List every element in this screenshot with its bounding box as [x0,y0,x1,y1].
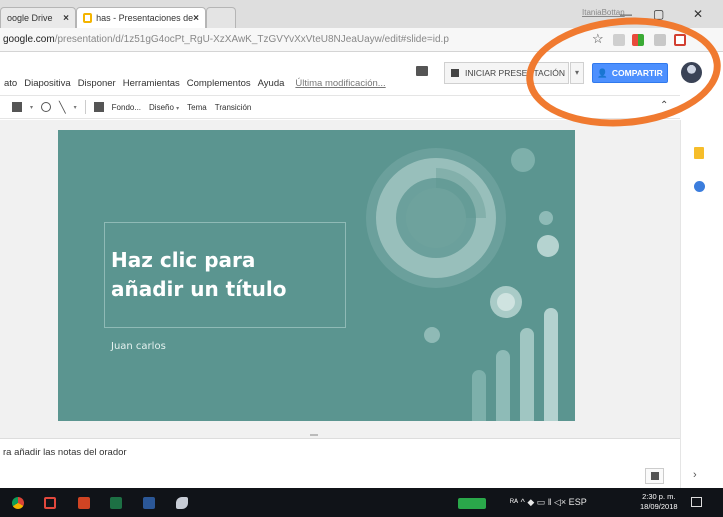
notes-resize-handle[interactable] [310,434,318,436]
screen: oogle Drive × has - Presentaciones de × … [0,0,723,517]
toolbar-diseno[interactable]: Diseño ▾ [149,103,179,112]
share-button[interactable]: 👤 COMPARTIR [592,63,668,83]
present-label: INICIAR PRESENTACIÓN [465,68,565,78]
decor-circle-inner [406,188,466,248]
notes-placeholder[interactable]: ra añadir las notas del orador [3,447,127,458]
notifications-icon[interactable] [691,497,702,507]
maximize-button[interactable]: ▢ [653,7,664,21]
battery-icon[interactable] [458,498,486,509]
present-button[interactable]: INICIAR PRESENTACIÓN [444,62,569,84]
slides-favicon-icon [83,13,93,23]
menu-item-disponer[interactable]: Disponer [78,78,116,89]
slide-title[interactable]: Haz clic para añadir un título [111,246,341,304]
toolbar-transicion[interactable]: Transición [215,103,252,112]
slide-subtitle[interactable]: Juan carlos [111,341,166,352]
window-user-name[interactable]: ItaniaBottan [582,8,625,17]
chevron-down-icon[interactable]: ▾ [74,104,77,111]
app-taskbar-icon[interactable] [176,497,188,509]
speaker-notes[interactable]: ra añadir las notas del orador [0,438,680,488]
tab-presentaciones[interactable]: has - Presentaciones de × [76,7,206,28]
add-slide-icon[interactable] [645,468,664,484]
expand-panel-icon[interactable]: › [693,469,697,481]
chrome-taskbar-icon[interactable] [12,497,24,509]
slide-title-line-2: añadir un título [111,277,287,301]
bookmark-star-icon[interactable]: ☆ [592,31,604,47]
tab-google-drive[interactable]: oogle Drive × [0,7,76,28]
editor-toolbar: ▾ ╲ ▾ Fondo... Diseño ▾ Tema Transición [0,95,680,119]
comments-icon[interactable] [416,66,428,76]
decor-dot-5 [497,293,515,311]
decor-bar-1 [472,370,486,421]
address-bar[interactable]: google.com/presentation/d/1z51gG4ocPt_Rg… [0,28,723,52]
slide-canvas[interactable]: Haz clic para añadir un título Juan carl… [0,120,680,438]
decor-dot-1 [511,148,535,172]
side-panel: › [680,120,723,488]
chevron-down-icon: ▾ [176,105,180,112]
present-play-icon [451,69,459,77]
toolbar-fondo[interactable]: Fondo... [112,103,141,112]
tab-close-icon[interactable]: × [63,13,69,24]
menu-item-diapositiva[interactable]: Diapositiva [24,78,70,89]
tab-label: oogle Drive [7,13,53,23]
collapse-toolbar-icon[interactable]: ⌃ [660,100,668,111]
present-dropdown-button[interactable]: ▾ [570,62,584,84]
minimize-button[interactable]: — [620,7,632,21]
image-icon[interactable] [12,102,22,112]
shape-icon[interactable] [41,102,52,112]
toolbar-divider [84,100,86,114]
decor-dot-2 [539,211,553,225]
taskbar-clock[interactable]: 2:30 p. m. 18/09/2018 [640,492,678,512]
mail-taskbar-icon[interactable] [44,497,56,509]
tasks-icon[interactable] [694,181,705,192]
excel-taskbar-icon[interactable] [110,497,122,509]
tab-label: has - Presentaciones de [96,13,194,23]
share-label: COMPARTIR [611,68,663,78]
slide-title-line-1: Haz clic para [111,248,256,272]
close-window-button[interactable]: ✕ [693,7,703,21]
decor-dot-6 [424,327,440,343]
powerpoint-taskbar-icon[interactable] [78,497,90,509]
url-host: google.com [3,34,55,45]
word-taskbar-icon[interactable] [143,497,155,509]
decor-dot-3 [537,235,559,257]
extension-icon-1[interactable] [613,34,625,46]
extension-icon-3[interactable] [654,34,666,46]
clock-time: 2:30 p. m. [642,492,676,501]
menu-item-herramientas[interactable]: Herramientas [123,78,180,89]
share-person-icon: 👤 [597,67,608,78]
browser-tabstrip: oogle Drive × has - Presentaciones de × … [0,0,723,28]
menu-bar: ato Diapositiva Disponer Herramientas Co… [4,78,386,89]
slide[interactable]: Haz clic para añadir un título Juan carl… [58,130,575,421]
toolbar-tema[interactable]: Tema [187,103,207,112]
clock-date: 18/09/2018 [640,502,678,511]
keep-icon[interactable] [694,147,704,159]
avatar[interactable] [681,62,702,83]
extension-icon-2[interactable] [632,34,644,46]
menu-item-complementos[interactable]: Complementos [187,78,251,89]
decor-bar-3 [520,328,534,421]
line-icon[interactable]: ╲ [59,101,66,114]
add-comment-icon[interactable] [93,102,104,112]
decor-bar-2 [496,350,510,421]
menu-item-formato[interactable]: ato [4,78,17,89]
menu-item-ayuda[interactable]: Ayuda [258,78,285,89]
system-tray[interactable]: ᴿᴬ ^ ◆ ▭ ‖ ◁× ESP [510,497,587,508]
docs-header: ato Diapositiva Disponer Herramientas Co… [0,56,723,92]
tab-close-icon[interactable]: × [193,13,199,24]
extension-icon-4[interactable] [674,34,686,46]
url-text[interactable]: google.com/presentation/d/1z51gG4ocPt_Rg… [3,34,449,45]
chevron-down-icon[interactable]: ▾ [30,104,33,111]
windows-taskbar: ᴿᴬ ^ ◆ ▭ ‖ ◁× ESP 2:30 p. m. 18/09/2018 [0,488,723,517]
new-tab-button[interactable] [206,7,236,28]
last-modified-link[interactable]: Última modificación... [295,78,385,89]
toolbar-diseno-label: Diseño [149,102,174,112]
decor-bar-4 [544,308,558,421]
url-path: /presentation/d/1z51gG4ocPt_RgU-XzXAwK_T… [54,34,449,45]
